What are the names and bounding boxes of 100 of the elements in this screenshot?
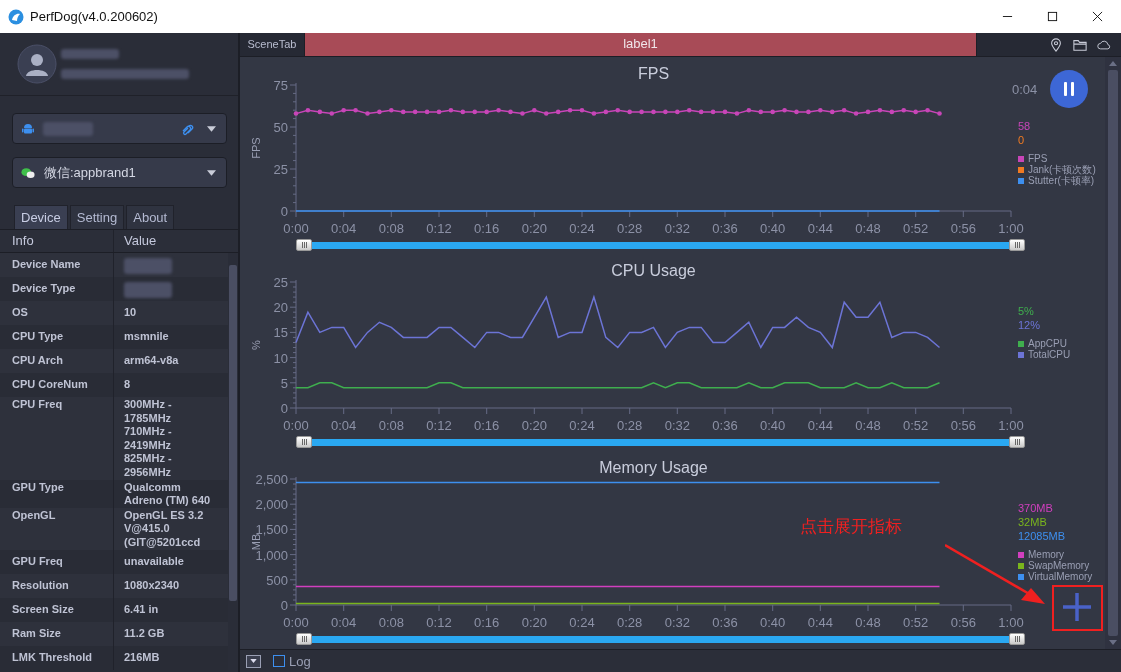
tick-label: 0:04 [331,615,357,630]
checkbox[interactable] [273,655,285,667]
slider-handle[interactable] [296,239,312,251]
android-icon [21,121,35,136]
blurred-device-name [43,121,93,136]
tick-label: 500 [266,572,288,588]
scrollbar[interactable] [1105,57,1121,649]
table-cell-text: unavailable [123,553,185,569]
tick-label: 0:44 [807,615,833,630]
table-cell-text: 10 [123,305,138,320]
legend-swatch [1018,562,1024,569]
table-cell: GPU Type [0,479,114,508]
legend-label: AppCPU [1028,338,1067,349]
reading-value: 58 [1018,119,1031,133]
chart-title: Memory Usage [599,459,708,476]
collapse-button[interactable] [246,654,261,668]
location-pin-icon[interactable] [1049,37,1063,52]
tick-label: 0:48 [855,615,881,630]
tick-label: 0:04 [331,418,357,433]
slider-handle[interactable] [1009,436,1025,448]
legend-label: Memory [1028,549,1065,560]
reading-value: 0 [1018,133,1025,147]
reading-value: 5% [1018,304,1034,318]
annotation-text: 点击展开指标 [800,516,902,538]
maximize-icon[interactable] [1047,11,1058,22]
tick-label: 0:08 [378,418,404,433]
tick-label: 0:36 [712,221,738,236]
tick-label: 0:40 [760,615,786,630]
highlight-frame [1052,585,1103,631]
range-slider[interactable] [296,435,1025,449]
tick-label: 0:32 [664,221,690,236]
caret-icon [207,169,216,176]
reading-value: 32MB [1018,515,1047,529]
tick-label: 0:48 [855,418,881,433]
tick-label: 0:24 [569,418,595,433]
tick-label: 1:00 [998,221,1024,236]
tick-label: 0:20 [521,615,547,630]
slider-handle[interactable] [296,436,312,448]
app-dropdown[interactable]: 微信:appbrand1 [12,157,227,188]
tick-label: 0:00 [283,418,309,433]
pause-icon [1064,82,1074,96]
tick-label: 0:24 [569,221,595,236]
table-cell-text: msmnile [123,329,170,344]
reading-value: 370MB [1018,501,1053,515]
tick-label: 0:52 [903,418,929,433]
device-dropdown[interactable] [12,113,227,144]
tick-label: 0:12 [426,615,452,630]
legend-swatch [1018,155,1024,162]
close-icon[interactable] [1092,11,1103,22]
legend-swatch [1018,573,1024,580]
table-cell: OpenGL [0,507,114,550]
legend-swatch [1018,351,1024,358]
table-cell-text: 216MB [123,649,161,665]
legend-swatch [1018,551,1024,558]
tick-label: 0:28 [617,221,643,236]
table-cell-text: Qualcomm Adreno (TM) 640 [123,479,212,508]
scroll-up-icon[interactable] [1109,61,1117,66]
legend-label: FPS [1028,153,1048,164]
tab[interactable]: About [126,205,175,229]
legend-swatch [1018,340,1024,347]
tick-label: 2,000 [255,497,288,513]
tick-label: 0:56 [950,221,976,236]
elapsed-time: 0:04 [1012,81,1039,97]
tick-label: 0:12 [426,221,452,236]
folder-icon[interactable] [1073,37,1087,52]
tick-label: 5 [280,375,288,391]
slider-handle[interactable] [1009,633,1025,645]
range-slider[interactable] [296,238,1025,252]
table-cell: CPU Freq [0,397,114,480]
blurred-name [61,49,119,59]
tick-label: 15 [273,325,288,341]
tick-label: 0:20 [521,221,547,236]
tick-label: 1:00 [998,615,1024,630]
column-header: Info [0,230,114,252]
tick-label: 0:12 [426,418,452,433]
tick-label: 0:52 [903,221,929,236]
legend-label: SwapMemory [1028,560,1090,571]
tick-label: 0:44 [807,221,833,236]
table-cell: Resolution [0,573,114,598]
tick-label: 0 [280,598,288,613]
table-cell: LMK Threshold [0,645,114,670]
tick-label: 0:56 [950,615,976,630]
tick-label: 0:44 [807,418,833,433]
tab[interactable]: Setting [69,205,125,229]
table-cell: Screen Size [0,597,114,622]
tick-label: 0:28 [617,418,643,433]
tick-label: 0:40 [760,418,786,433]
checkbox-label: Log [289,653,311,669]
reading-value: 12% [1018,318,1041,332]
slider-handle[interactable] [1009,239,1025,251]
scroll-down-icon[interactable] [1109,640,1117,645]
range-slider[interactable] [296,632,1025,646]
tick-label: 0:04 [331,221,357,236]
table-cell-text: 11.2 GB [123,625,166,641]
tab[interactable]: Device [14,205,68,229]
tick-label: 0:36 [712,615,738,630]
pause-button[interactable] [1050,70,1088,108]
slider-handle[interactable] [296,633,312,645]
window-title: PerfDog(v4.0.200602) [30,9,158,24]
tick-label: 0:08 [378,615,404,630]
